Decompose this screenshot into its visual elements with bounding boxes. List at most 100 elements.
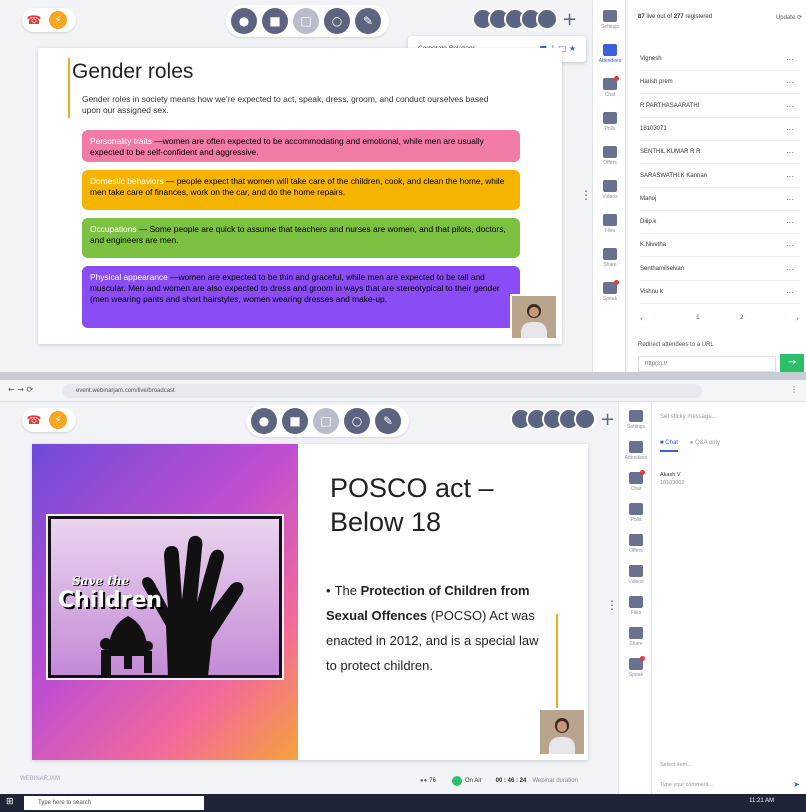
comment-input[interactable]: Type your comment... [660, 782, 713, 788]
band-personality: Personality traits —women are often expe… [82, 130, 520, 162]
attendee-row[interactable]: Harish prem ⋯ [640, 71, 800, 95]
lightning-icon[interactable]: ⚡ [49, 411, 67, 429]
top-webinar-panel: ☎ ⚡ ● ■ □ ○ ✎ + Corporate Relations ■ ↓ … [0, 0, 806, 372]
camera-icon[interactable]: ■ [282, 408, 308, 434]
rail-item-chat[interactable]: Chat [619, 470, 653, 492]
lightning-icon[interactable]: ⚡ [49, 11, 67, 29]
sticky-message-input[interactable]: Set sticky message... [660, 414, 717, 420]
tab-chat[interactable]: ■ Chat [660, 440, 678, 452]
hangup-icon[interactable]: ☎ [25, 11, 43, 29]
mic-icon[interactable]: ● [251, 408, 277, 434]
rail-item-settings[interactable]: Settings [619, 410, 653, 430]
send-icon[interactable]: ➤ [793, 780, 800, 789]
hangup-icon[interactable]: ☎ [25, 411, 43, 429]
avatar[interactable] [574, 408, 596, 430]
attendee-row[interactable]: K.Nivetha ⋯ [640, 234, 800, 258]
attendee-row[interactable]: Manoj ⋯ [640, 188, 800, 211]
webinarjam-logo: WEBINARJAM [20, 776, 61, 782]
rail-item-attendees[interactable]: Attendees [619, 441, 653, 461]
rail-item-videos[interactable]: Videos [593, 180, 627, 200]
notification-dot [640, 470, 645, 475]
attendee-menu-icon[interactable]: ⋯ [786, 281, 794, 304]
mic-icon[interactable]: ● [231, 8, 257, 34]
share-icon [629, 627, 643, 639]
redirect-url-input[interactable] [638, 356, 776, 372]
rail-item-share[interactable]: Share [593, 248, 627, 268]
rail-item-polls[interactable]: Polls [593, 112, 627, 132]
browser-nav-icons[interactable]: ← → ⟳ [8, 385, 33, 394]
attendee-name: R PARTHASAARATHI [640, 102, 700, 109]
tab-qa[interactable]: ● Q&A only [690, 440, 720, 446]
share-icon [603, 248, 617, 260]
rail-item-files[interactable]: Files [593, 214, 627, 234]
address-bar[interactable]: event.webinarjam.com/live/broadcast [62, 384, 702, 398]
attendee-row[interactable]: Vishnu k ⋯ [640, 281, 800, 304]
notification-dot [614, 76, 619, 81]
attendee-menu-icon[interactable]: ⋯ [786, 258, 794, 281]
attendee-menu-icon[interactable]: ⋯ [786, 141, 794, 164]
rail-item-videos[interactable]: Videos [619, 565, 653, 585]
attendee-menu-icon[interactable]: ⋯ [786, 118, 794, 141]
page-1[interactable]: 1 [696, 314, 700, 321]
rail-item-chat[interactable]: Chat [593, 76, 627, 98]
attendee-menu-icon[interactable]: ⋯ [786, 165, 794, 188]
rail-item-offers[interactable]: Offers [593, 146, 627, 166]
rail-item-label: Videos [628, 579, 644, 585]
add-presenter-icon[interactable]: + [562, 9, 577, 30]
attendee-name: Dilip.k [640, 219, 657, 226]
attendee-menu-icon[interactable]: ⋯ [786, 48, 794, 71]
chat-bubble-icon[interactable]: ○ [344, 408, 370, 434]
attendee-row[interactable]: SARASWATHI.K Kannan ⋯ [640, 165, 800, 188]
attendee-row[interactable]: SENTHIL KUMAR R R ⋯ [640, 141, 800, 165]
attendee-row[interactable]: Senthamilselvan ⋯ [640, 258, 800, 281]
presenters-avatars: + [510, 408, 615, 430]
slide-bullet: • The Protection of Children from Sexual … [326, 583, 539, 673]
webinar-timer: 00 : 46 : 24 [495, 778, 527, 784]
polls-icon [629, 503, 643, 515]
attendee-row[interactable]: Dilip.k ⋯ [640, 211, 800, 235]
attendee-menu-icon[interactable]: ⋯ [786, 188, 794, 211]
prev-page-button[interactable]: ‹ [640, 314, 643, 323]
attendee-row[interactable]: R PARTHASAARATHI ⋯ [640, 95, 800, 118]
attendee-menu-icon[interactable]: ⋯ [786, 234, 794, 257]
rail-item-label: Speak [602, 296, 618, 302]
rail-item-share[interactable]: Share [619, 627, 653, 647]
attendee-row[interactable]: 18103071 ⋯ [640, 118, 800, 141]
slide-accent-line [68, 58, 70, 118]
panel-resize-handle[interactable]: ⋮ [606, 598, 618, 612]
pen-icon[interactable]: ✎ [355, 8, 381, 34]
rail-item-settings[interactable]: Settings [593, 10, 627, 30]
update-button[interactable]: Update ⟳ [776, 14, 802, 21]
browser-menu-icon[interactable]: ⋮ [790, 385, 798, 394]
attendee-name: SENTHIL KUMAR R R [640, 149, 701, 156]
camera-icon[interactable]: ■ [262, 8, 288, 34]
attendee-menu-icon[interactable]: ⋯ [786, 71, 794, 94]
avatar[interactable] [536, 8, 558, 30]
rail-item-offers[interactable]: Offers [619, 534, 653, 554]
attendee-menu-icon[interactable]: ⋯ [786, 211, 794, 234]
taskbar-search[interactable]: Type here to search [24, 796, 204, 810]
windows-start-icon[interactable]: ⊞ [6, 797, 14, 807]
redirect-go-button[interactable]: → [780, 354, 804, 372]
rail-item-polls[interactable]: Polls [619, 503, 653, 523]
page-2[interactable]: 2 [740, 314, 744, 321]
add-presenter-icon[interactable]: + [600, 409, 615, 430]
rail-item-files[interactable]: Files [619, 596, 653, 616]
attendee-row[interactable]: Vignesh ⋯ [640, 48, 800, 71]
chat-bubble-icon[interactable]: ○ [324, 8, 350, 34]
offers-icon [603, 146, 617, 158]
screen-share-icon[interactable]: □ [313, 408, 339, 434]
attendee-menu-icon[interactable]: ⋯ [786, 95, 794, 118]
attendee-name: K.Nivetha [640, 242, 667, 249]
next-page-button[interactable]: › [796, 314, 799, 323]
rail-item-speak[interactable]: Speak [593, 280, 627, 302]
rail-item-speak[interactable]: Speak [619, 656, 653, 678]
screen-share-icon[interactable]: □ [293, 8, 319, 34]
select-item-dropdown[interactable]: Select item... [660, 762, 692, 768]
pen-icon[interactable]: ✎ [375, 408, 401, 434]
slide-title: Gender roles [72, 60, 194, 83]
rail-item-attendees[interactable]: Attendees [593, 44, 627, 64]
panel-resize-handle[interactable]: ⋮ [580, 188, 592, 202]
redirect-label: Redirect attendees to a URL [638, 342, 714, 348]
call-controls: ☎ ⚡ [22, 8, 76, 32]
